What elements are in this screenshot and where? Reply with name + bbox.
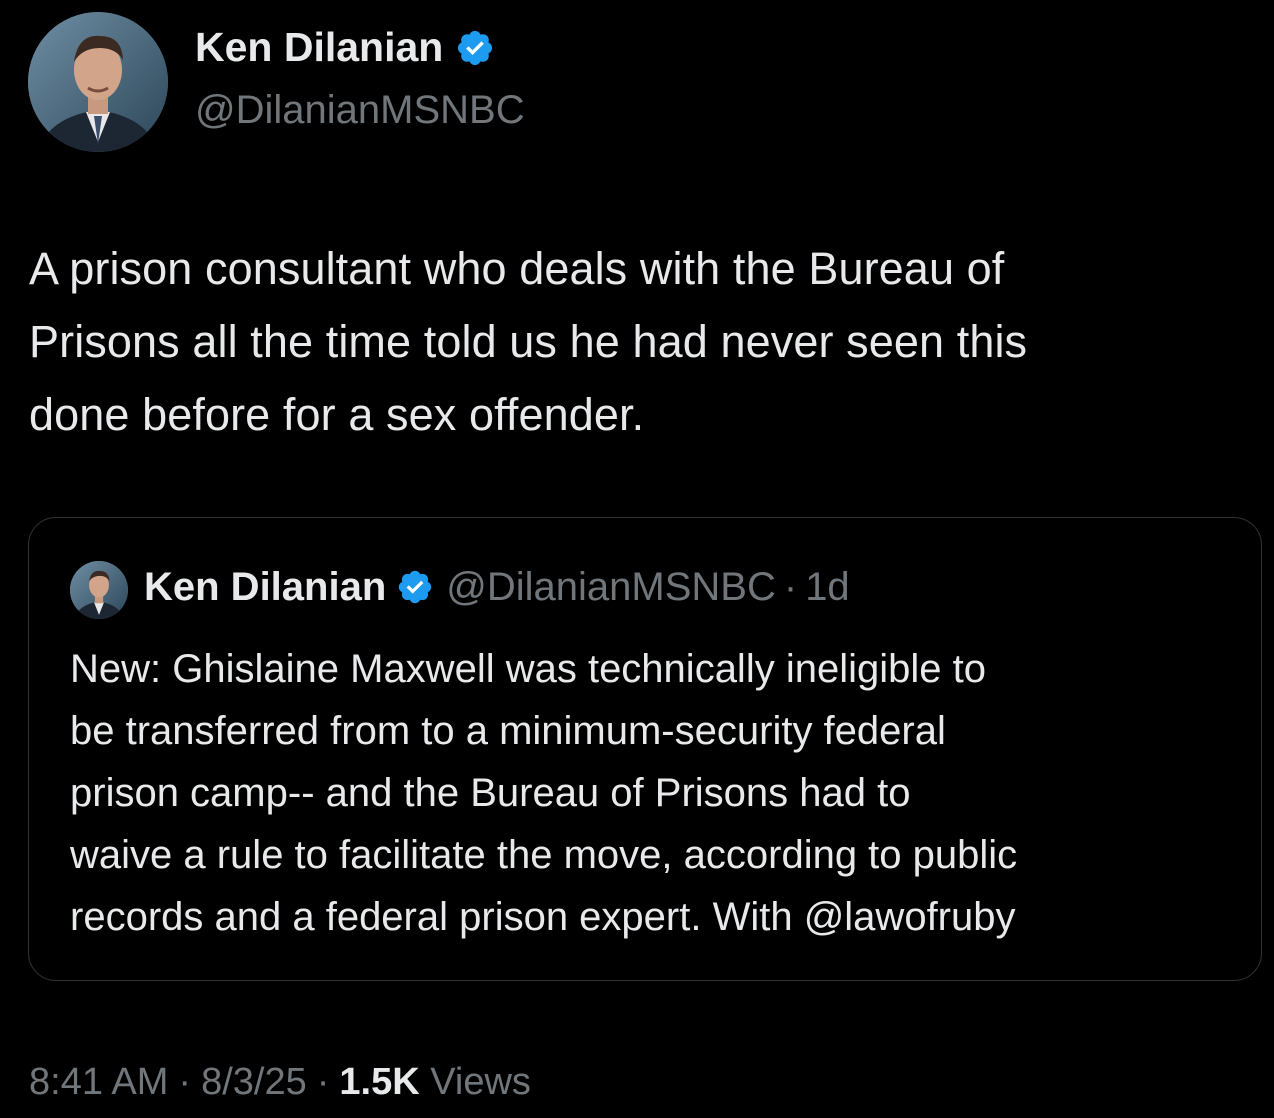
verified-badge-icon[interactable] — [455, 28, 495, 68]
author-name[interactable]: Ken Dilanian — [195, 24, 443, 70]
quoted-author-handle[interactable]: @DilanianMSNBC — [446, 565, 776, 609]
tweet-date[interactable]: 8/3/25 — [201, 1061, 307, 1103]
quoted-tweet-time[interactable]: 1d — [805, 565, 850, 609]
separator-dot: · — [783, 565, 798, 609]
tweet-text: A prison consultant who deals with the B… — [29, 243, 1028, 440]
quoted-author-avatar[interactable] — [70, 561, 128, 619]
quoted-tweet-card[interactable]: Ken Dilanian @DilanianMSNBC · 1d New: Gh… — [28, 517, 1262, 981]
tweet-meta: 8:41 AM · 8/3/25 · 1.5K Views — [29, 1061, 531, 1104]
views-count[interactable]: 1.5K — [339, 1061, 419, 1103]
quoted-tweet-header: Ken Dilanian @DilanianMSNBC · 1d — [144, 565, 850, 609]
author-avatar[interactable] — [28, 12, 168, 152]
separator-dot: · — [316, 1061, 330, 1103]
tweet-time[interactable]: 8:41 AM — [29, 1061, 168, 1103]
views-label: Views — [430, 1061, 531, 1103]
author-handle[interactable]: @DilanianMSNBC — [195, 88, 525, 132]
quoted-author-name[interactable]: Ken Dilanian — [144, 565, 386, 609]
author-name-row[interactable]: Ken Dilanian — [195, 24, 495, 70]
separator-dot: · — [178, 1061, 192, 1103]
quoted-tweet-text: New: Ghislaine Maxwell was technically i… — [70, 647, 1018, 939]
verified-badge-icon — [396, 568, 434, 606]
